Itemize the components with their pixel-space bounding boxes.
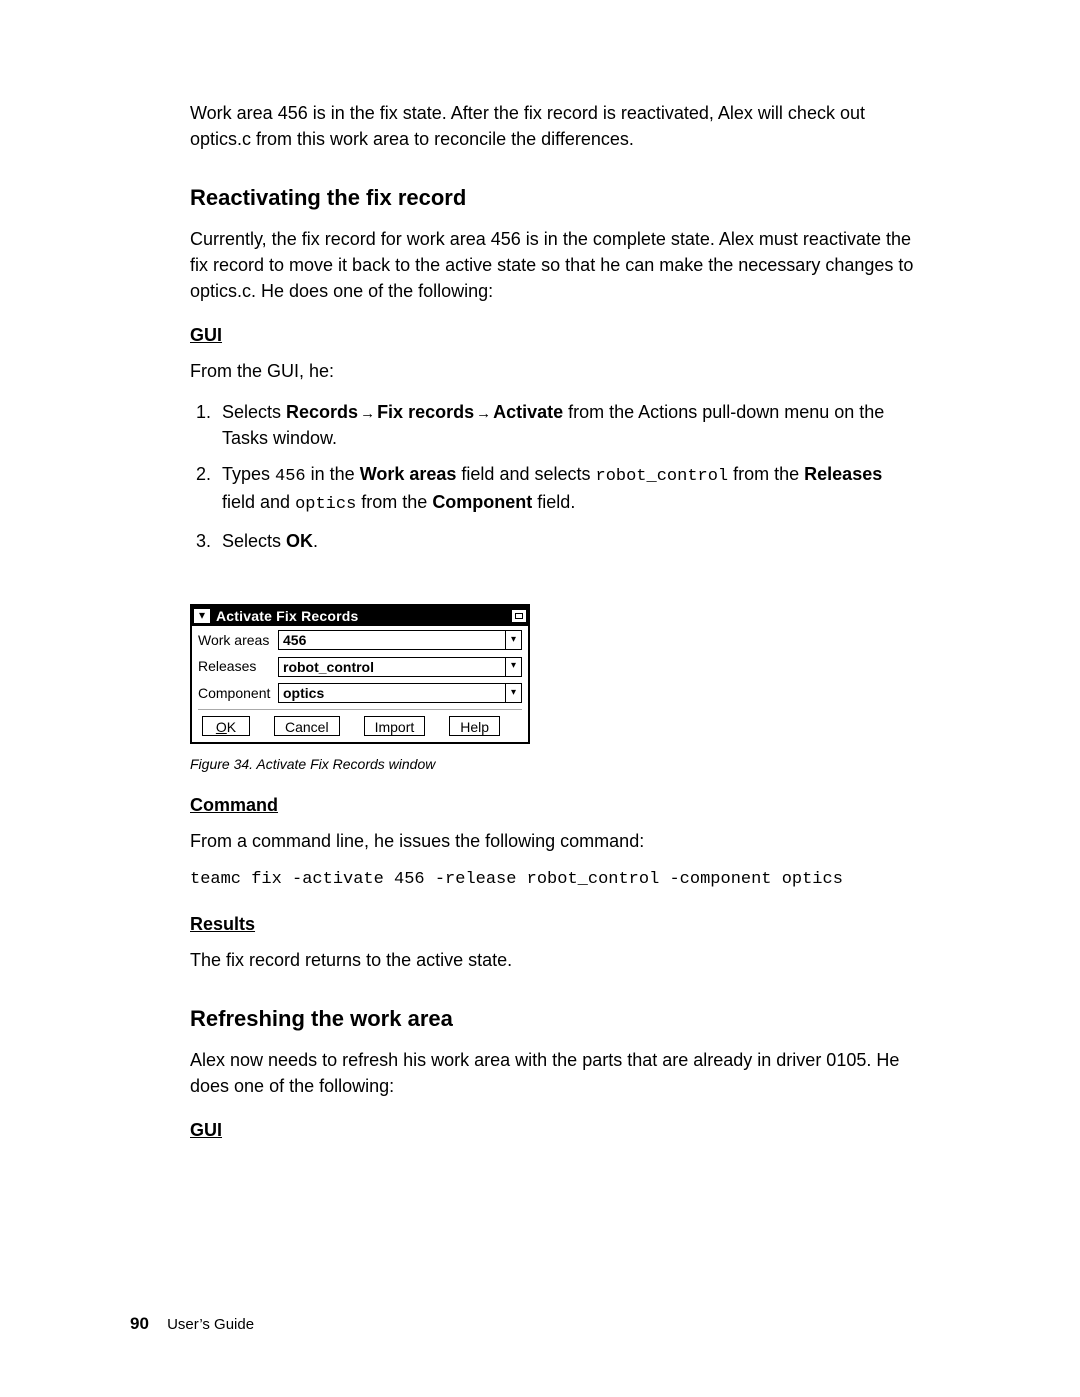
dialog-titlebar: ▾ Activate Fix Records <box>192 606 528 626</box>
activate-fix-records-dialog: ▾ Activate Fix Records Work areas 456 ▾ … <box>190 604 530 744</box>
component-input[interactable]: optics <box>278 683 506 703</box>
gui-steps-list: Selects Records→Fix records→Activate fro… <box>190 399 920 555</box>
bold: Records <box>286 402 358 422</box>
work-areas-input[interactable]: 456 <box>278 630 506 650</box>
dropdown-icon[interactable]: ▾ <box>506 630 522 650</box>
command-intro: From a command line, he issues the follo… <box>190 828 920 854</box>
bold: OK <box>286 531 313 551</box>
dialog-title-text: Activate Fix Records <box>216 606 508 626</box>
text: Selects <box>222 402 286 422</box>
minimize-icon[interactable] <box>512 610 526 622</box>
text: field and selects <box>456 464 595 484</box>
help-button[interactable]: Help <box>449 716 500 736</box>
step-2: Types 456 in the Work areas field and se… <box>216 461 920 518</box>
row-releases: Releases robot_control ▾ <box>198 656 522 676</box>
dropdown-icon[interactable]: ▾ <box>506 657 522 677</box>
text: field. <box>532 492 575 512</box>
figure-caption: Figure 34. Activate Fix Records window <box>190 754 920 774</box>
dialog-body: Work areas 456 ▾ Releases robot_control … <box>192 626 528 742</box>
section-heading-reactivating: Reactivating the fix record <box>190 182 920 214</box>
work-areas-label: Work areas <box>198 630 278 650</box>
arrow-icon: → <box>358 405 377 422</box>
bold: Fix records <box>377 402 474 422</box>
section1-paragraph: Currently, the fix record for work area … <box>190 226 920 304</box>
arrow-icon: → <box>474 405 493 422</box>
book-title: User’s Guide <box>167 1316 254 1333</box>
command-subheading: Command <box>190 792 920 818</box>
bold: Releases <box>804 464 882 484</box>
text: from the <box>356 492 432 512</box>
gui-subheading-2: GUI <box>190 1117 920 1143</box>
text: Selects <box>222 531 286 551</box>
dialog-figure: ▾ Activate Fix Records Work areas 456 ▾ … <box>190 604 920 744</box>
bold: Component <box>432 492 532 512</box>
system-menu-icon[interactable]: ▾ <box>194 609 210 623</box>
step-1: Selects Records→Fix records→Activate fro… <box>216 399 920 451</box>
code: optics <box>295 495 356 514</box>
document-page: Work area 456 is in the fix state. After… <box>0 0 1080 1397</box>
step-3: Selects OK. <box>216 528 920 554</box>
bold: Work areas <box>360 464 457 484</box>
cancel-button[interactable]: Cancel <box>274 716 340 736</box>
import-button[interactable]: Import <box>364 716 426 736</box>
gui-subheading: GUI <box>190 322 920 348</box>
text: Types <box>222 464 275 484</box>
dialog-button-row: OK Cancel Import Help <box>198 709 522 742</box>
code: robot_control <box>596 467 729 486</box>
text: from the <box>728 464 804 484</box>
section-heading-refreshing: Refreshing the work area <box>190 1003 920 1035</box>
page-number: 90 <box>130 1314 149 1333</box>
page-footer: 90 User’s Guide <box>130 1312 254 1337</box>
releases-label: Releases <box>198 656 278 676</box>
ok-button[interactable]: OK <box>202 716 250 736</box>
row-component: Component optics ▾ <box>198 683 522 703</box>
section2-paragraph: Alex now needs to refresh his work area … <box>190 1047 920 1099</box>
results-text: The fix record returns to the active sta… <box>190 947 920 973</box>
component-label: Component <box>198 683 278 703</box>
code: 456 <box>275 467 306 486</box>
dropdown-icon[interactable]: ▾ <box>506 683 522 703</box>
text: in the <box>306 464 360 484</box>
work-areas-field: 456 ▾ <box>278 630 522 650</box>
component-field: optics ▾ <box>278 683 522 703</box>
bold: Activate <box>493 402 563 422</box>
ok-rest: K <box>227 719 236 735</box>
intro-paragraph: Work area 456 is in the fix state. After… <box>190 100 920 152</box>
gui-intro: From the GUI, he: <box>190 358 920 384</box>
ok-underline: O <box>216 719 227 735</box>
releases-field: robot_control ▾ <box>278 657 522 677</box>
releases-input[interactable]: robot_control <box>278 657 506 677</box>
results-subheading: Results <box>190 911 920 937</box>
row-work-areas: Work areas 456 ▾ <box>198 630 522 650</box>
text: . <box>313 531 318 551</box>
text: field and <box>222 492 295 512</box>
command-line: teamc fix -activate 456 -release robot_c… <box>190 868 920 893</box>
